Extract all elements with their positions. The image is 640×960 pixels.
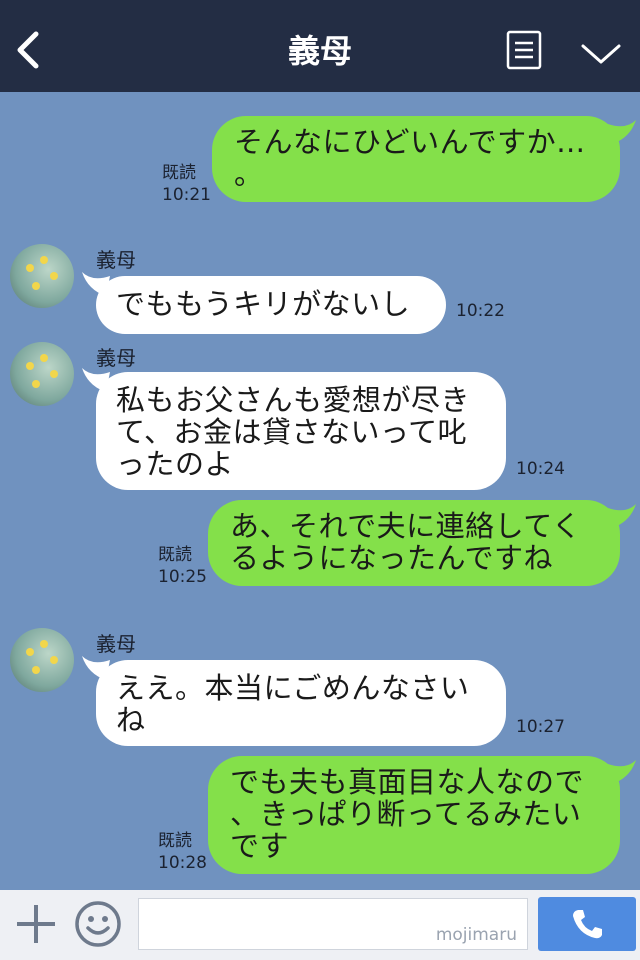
avatar[interactable] <box>10 628 74 692</box>
chat-title: 義母 <box>287 32 352 70</box>
message-line: あ、それで夫に連絡してく <box>230 509 582 543</box>
timestamp: 10:27 <box>516 717 565 737</box>
outgoing-message-bubble[interactable]: でも夫も真面目な人なので 、きっぱり断ってるみたい です <box>208 756 620 874</box>
timestamp: 10:28 <box>158 853 207 873</box>
smiley-icon[interactable] <box>74 900 122 948</box>
timestamp: 10:25 <box>158 567 207 587</box>
message-line: でももうキリがないし <box>116 287 411 321</box>
avatar[interactable] <box>10 244 74 308</box>
message-line: ええ。本当にごめんなさい <box>116 671 470 705</box>
outgoing-message-bubble[interactable]: あ、それで夫に連絡してく るようになったんですね <box>208 500 620 586</box>
message-input[interactable]: mojimaru <box>138 898 528 950</box>
call-button[interactable] <box>538 897 636 951</box>
message-meta: 既読 10:21 <box>162 162 211 206</box>
bubble-tail <box>608 120 636 144</box>
message-line: ね <box>116 703 146 737</box>
message-line: です <box>230 829 290 863</box>
message-line: でも夫も真面目な人なので <box>230 765 585 799</box>
read-receipt: 既読 <box>162 163 196 183</box>
plus-icon[interactable] <box>14 902 58 946</box>
bubble-tail <box>608 504 636 528</box>
incoming-message-bubble[interactable]: ええ。本当にごめんなさい ね <box>96 660 506 746</box>
incoming-message-bubble[interactable]: 私もお父さんも愛想が尽き て、お金は貸さないって叱 ったのよ <box>96 372 506 490</box>
message-line: ったのよ <box>116 447 235 481</box>
message-meta: 既読 10:28 <box>158 830 207 874</box>
timestamp: 10:22 <box>456 301 505 321</box>
avatar[interactable] <box>10 342 74 406</box>
timestamp: 10:24 <box>516 459 565 479</box>
bubble-tail <box>608 760 636 784</box>
sender-name: 義母 <box>96 248 136 272</box>
watermark-text: mojimaru <box>435 925 517 945</box>
message-line: そんなにひどいんですか… <box>234 125 586 159</box>
outgoing-message-bubble[interactable]: そんなにひどいんですか… 。 <box>212 116 620 202</box>
message-line: 。 <box>234 157 264 191</box>
menu-list-icon[interactable] <box>506 30 542 70</box>
message-line: 、きっぱり断ってるみたい <box>230 797 582 831</box>
message-list[interactable]: 既読 10:21 そんなにひどいんですか… 。 義母 でももうキリがないし 10… <box>0 92 640 890</box>
phone-icon <box>573 910 602 939</box>
message-meta: 既読 10:25 <box>158 544 207 588</box>
message-line: て、お金は貸さないって叱 <box>116 415 468 449</box>
read-receipt: 既読 <box>158 545 192 565</box>
chat-header: 義母 <box>0 0 640 92</box>
timestamp: 10:21 <box>162 185 211 205</box>
sender-name: 義母 <box>96 632 136 656</box>
message-line: るようになったんですね <box>230 541 554 575</box>
read-receipt: 既読 <box>158 831 192 851</box>
message-line: 私もお父さんも愛想が尽き <box>116 383 471 417</box>
sender-name: 義母 <box>96 346 136 370</box>
dropdown-chevron-icon[interactable] <box>580 40 622 68</box>
incoming-message-bubble[interactable]: でももうキリがないし <box>96 276 446 334</box>
